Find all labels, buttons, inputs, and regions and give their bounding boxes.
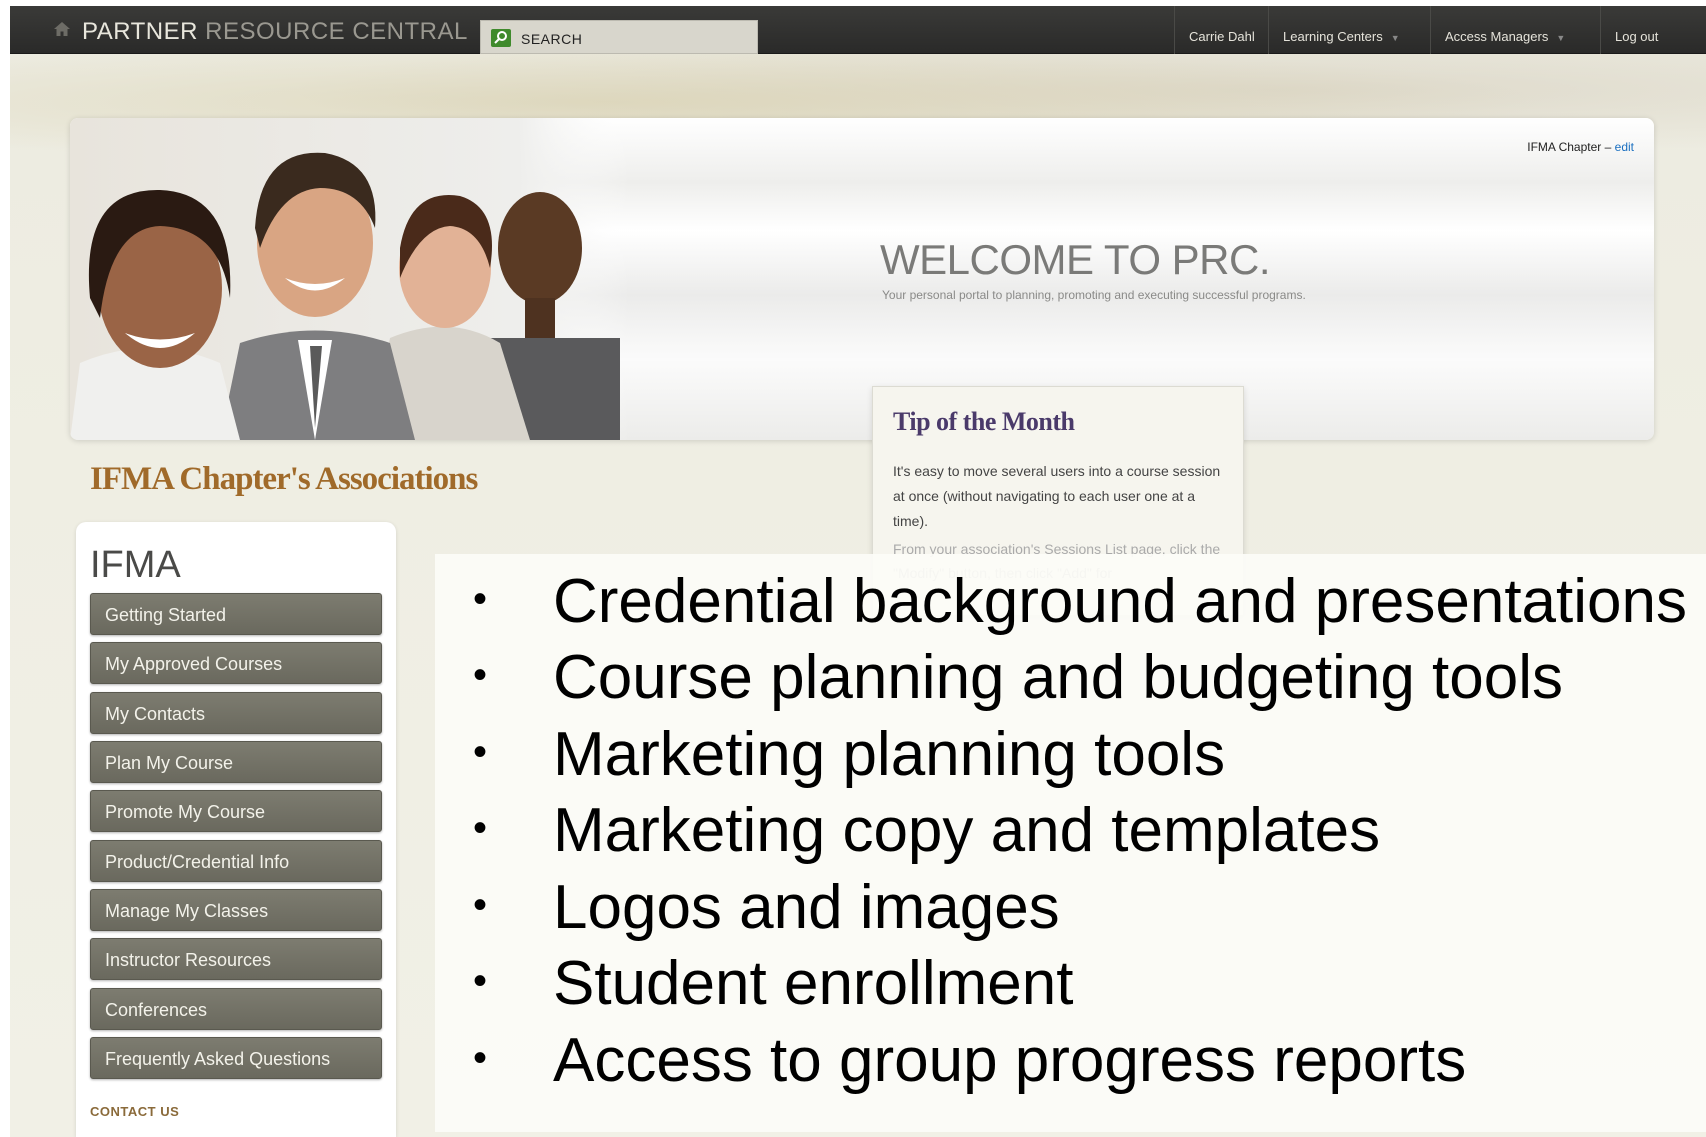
- bullet-marker: •: [473, 959, 488, 1003]
- sidebar-item-instructor-resources[interactable]: Instructor Resources: [90, 938, 382, 980]
- search-icon[interactable]: [491, 29, 511, 47]
- bullet-text: Marketing planning tools: [553, 720, 1226, 789]
- home-icon[interactable]: [54, 22, 70, 36]
- bullet-item: • Student enrollment: [473, 948, 1073, 1019]
- bullet-marker: •: [473, 806, 488, 850]
- nav-learning-centers[interactable]: Learning Centers ▼: [1268, 6, 1414, 54]
- sidebar-title: IFMA: [90, 544, 181, 586]
- search-input[interactable]: SEARCH: [480, 20, 758, 54]
- bullet-item: • Marketing copy and templates: [473, 795, 1380, 866]
- sidebar-item-faq[interactable]: Frequently Asked Questions: [90, 1037, 382, 1079]
- bullet-text: Access to group progress reports: [553, 1026, 1467, 1095]
- sidebar: IFMA Getting Started My Approved Courses…: [76, 522, 396, 1137]
- search-placeholder: SEARCH: [521, 31, 583, 47]
- bullet-list-panel: • Credential background and presentations…: [435, 554, 1706, 1132]
- nav-user-name-label: Carrie Dahl: [1189, 29, 1255, 44]
- sidebar-item-approved-courses[interactable]: My Approved Courses: [90, 642, 382, 684]
- sidebar-item-getting-started[interactable]: Getting Started: [90, 593, 382, 635]
- sidebar-item-conferences[interactable]: Conferences: [90, 988, 382, 1030]
- nav-learning-centers-label: Learning Centers: [1283, 29, 1383, 44]
- chapter-tag: IFMA Chapter – edit: [1527, 140, 1634, 154]
- nav-access-managers-label: Access Managers: [1445, 29, 1549, 44]
- bullet-marker: •: [473, 577, 488, 621]
- sidebar-item-manage-classes[interactable]: Manage My Classes: [90, 889, 382, 931]
- associations-heading: IFMA Chapter's Associations: [90, 461, 478, 497]
- tip-body: It's easy to move several users into a c…: [893, 463, 1221, 529]
- sidebar-item-promote-course[interactable]: Promote My Course: [90, 790, 382, 832]
- app-title-main: PARTNER: [82, 18, 198, 45]
- chevron-down-icon: ▼: [1390, 33, 1400, 43]
- contact-us-link[interactable]: CONTACT US: [90, 1104, 179, 1119]
- bullet-text: Logos and images: [553, 873, 1060, 942]
- nav-logout[interactable]: Log out: [1600, 6, 1672, 54]
- nav-logout-label: Log out: [1615, 29, 1659, 44]
- chevron-down-icon: ▼: [1556, 33, 1566, 43]
- chapter-edit-link[interactable]: edit: [1615, 140, 1634, 154]
- app-title[interactable]: PARTNER RESOURCE CENTRAL: [82, 18, 468, 46]
- sidebar-item-contacts[interactable]: My Contacts: [90, 692, 382, 734]
- nav-access-managers[interactable]: Access Managers ▼: [1430, 6, 1579, 54]
- welcome-title: WELCOME TO PRC.: [880, 236, 1271, 283]
- nav-user-name[interactable]: Carrie Dahl: [1174, 6, 1269, 54]
- bullet-text: Student enrollment: [553, 949, 1074, 1018]
- bullet-item: • Marketing planning tools: [473, 719, 1225, 790]
- bullet-item: • Credential background and presentations: [473, 566, 1687, 637]
- bullet-item: • Access to group progress reports: [473, 1025, 1466, 1096]
- bullet-marker: •: [473, 883, 488, 927]
- bullet-marker: •: [473, 653, 488, 697]
- bullet-marker: •: [473, 730, 488, 774]
- top-nav-bar: PARTNER RESOURCE CENTRAL SEARCH Carrie D…: [10, 6, 1706, 54]
- bullet-text: Credential background and presentations: [553, 567, 1687, 636]
- sidebar-item-credential-info[interactable]: Product/Credential Info: [90, 840, 382, 882]
- app-screenshot: PARTNER RESOURCE CENTRAL SEARCH Carrie D…: [10, 6, 1706, 1137]
- chapter-label: IFMA Chapter –: [1527, 140, 1612, 154]
- tip-title: Tip of the Month: [893, 407, 1075, 436]
- sidebar-item-plan-course[interactable]: Plan My Course: [90, 741, 382, 783]
- bullet-text: Course planning and budgeting tools: [553, 643, 1563, 712]
- app-title-light: RESOURCE CENTRAL: [205, 18, 468, 45]
- bullet-text: Marketing copy and templates: [553, 796, 1381, 865]
- bullet-item: • Course planning and budgeting tools: [473, 642, 1563, 713]
- team-photo: [70, 118, 630, 440]
- bullet-marker: •: [473, 1036, 488, 1080]
- welcome-banner: IFMA Chapter – edit WELCOME TO PRC. Your…: [70, 118, 1654, 440]
- welcome-subtitle: Your personal portal to planning, promot…: [882, 288, 1306, 302]
- bullet-item: • Logos and images: [473, 872, 1060, 943]
